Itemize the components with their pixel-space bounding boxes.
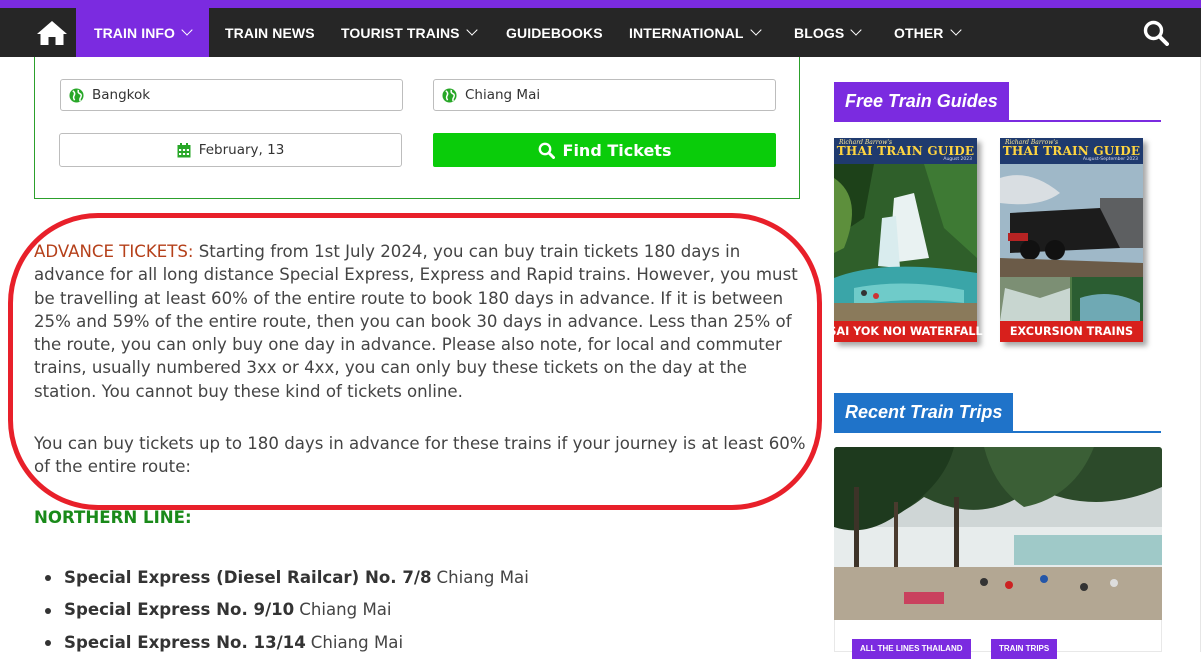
train-name: Special Express (Diesel Railcar) No. 7/8 (64, 567, 432, 587)
from-station-field[interactable]: Bangkok (60, 79, 403, 111)
guide-title: THAI TRAIN GUIDE (1002, 144, 1141, 158)
find-tickets-label: Find Tickets (562, 140, 672, 160)
guide-title: THAI TRAIN GUIDE (836, 144, 975, 158)
guide-cover-header: Richard Barrow's THAI TRAIN GUIDE August… (834, 138, 977, 164)
to-station-value: Chiang Mai (465, 87, 541, 103)
free-train-guides-label: Free Train Guides (845, 90, 998, 111)
list-item: Special Express No. 13/14 Chiang Mai (34, 626, 529, 659)
travel-date-field[interactable]: February, 13 (59, 133, 402, 167)
guide-sai-yok-noi[interactable]: Richard Barrow's THAI TRAIN GUIDE August… (828, 138, 983, 342)
list-item: Special Express (Diesel Railcar) No. 7/8… (34, 561, 529, 594)
nav-tourist-trains[interactable]: TOURIST TRAINS (341, 8, 478, 57)
globe-icon (442, 87, 457, 103)
chevron-down-icon (949, 23, 962, 36)
sidebar-divider (834, 120, 1161, 122)
search-button[interactable] (1141, 8, 1171, 57)
calendar-icon (177, 142, 191, 158)
waterfall-cover-image (834, 164, 977, 321)
sidebar-divider (834, 431, 1161, 433)
train-destination: Chiang Mai (299, 600, 392, 620)
nav-blogs[interactable]: BLOGS (794, 8, 862, 57)
list-item: Special Express No. 9/10 Chiang Mai (34, 594, 529, 627)
globe-icon (69, 87, 84, 103)
travel-date-value: February, 13 (198, 142, 285, 158)
advance-tickets-text: Starting from 1st July 2024, you can buy… (34, 242, 798, 401)
nav-train-info[interactable]: TRAIN INFO (76, 8, 209, 57)
nav-tourist-trains-label: TOURIST TRAINS (341, 24, 460, 41)
tag-all-the-lines-thailand[interactable]: ALL THE LINES THAILAND (852, 639, 971, 659)
home-icon (37, 20, 67, 45)
train-name: Special Express No. 9/10 (64, 600, 295, 620)
nav-train-news[interactable]: TRAIN NEWS (225, 8, 315, 57)
search-icon (1143, 20, 1169, 46)
nav-train-info-label: TRAIN INFO (93, 24, 176, 41)
nav-other-label: OTHER (894, 24, 944, 41)
train-name: Special Express No. 13/14 (64, 632, 306, 652)
northern-line-heading: NORTHERN LINE: (34, 508, 192, 527)
nav-other[interactable]: OTHER (894, 8, 962, 57)
to-station-field[interactable]: Chiang Mai (433, 79, 776, 111)
recent-train-trips-heading: Recent Train Trips (834, 393, 1014, 431)
chevron-down-icon (850, 23, 862, 36)
advance-days-paragraph: You can buy tickets up to 180 days in ad… (34, 434, 806, 477)
chevron-down-icon (465, 23, 478, 36)
nav-international[interactable]: INTERNATIONAL (629, 8, 762, 57)
nav-guidebooks[interactable]: GUIDEBOOKS (506, 8, 603, 57)
nav-international-label: INTERNATIONAL (629, 24, 744, 41)
main-nav: TRAIN INFO TRAIN NEWS TOURIST TRAINS GUI… (0, 8, 1201, 57)
search-icon (538, 142, 555, 159)
guide-cover-header: Richard Barrow's THAI TRAIN GUIDE August… (1000, 138, 1143, 164)
guide-date: August-September 2023 (1082, 157, 1138, 162)
tag-train-trips[interactable]: TRAIN TRIPS (991, 639, 1058, 659)
guide-caption: EXCURSION TRAINS (1000, 321, 1143, 342)
nav-guidebooks-label: GUIDEBOOKS (506, 24, 603, 41)
northern-train-list: Special Express (Diesel Railcar) No. 7/8… (34, 561, 529, 659)
chevron-down-icon (749, 23, 762, 36)
top-accent-strip (0, 0, 1201, 8)
recent-train-trips-label: Recent Train Trips (845, 401, 1003, 422)
train-destination: Chiang Mai (436, 567, 529, 587)
free-train-guides-heading: Free Train Guides (834, 82, 1009, 120)
nav-blogs-label: BLOGS (794, 24, 845, 41)
trip-photo-beach[interactable] (834, 447, 1162, 620)
chevron-down-icon (181, 23, 193, 36)
advance-tickets-label: ADVANCE TICKETS: (34, 242, 194, 261)
guide-date: August 2023 (943, 157, 972, 162)
find-tickets-button[interactable]: Find Tickets (433, 133, 776, 167)
from-station-value: Bangkok (92, 87, 151, 103)
guide-excursion-trains[interactable]: Richard Barrow's THAI TRAIN GUIDE August… (1000, 138, 1143, 342)
train-destination: Chiang Mai (310, 632, 404, 652)
beach-photo-image (834, 447, 1162, 620)
guide-caption: SAI YOK NOI WATERFALL (828, 321, 983, 342)
steam-train-cover-image (1000, 164, 1143, 321)
home-button[interactable] (28, 8, 76, 57)
nav-train-news-label: TRAIN NEWS (225, 24, 315, 41)
advance-tickets-paragraph: ADVANCE TICKETS: Starting from 1st July … (34, 240, 806, 403)
